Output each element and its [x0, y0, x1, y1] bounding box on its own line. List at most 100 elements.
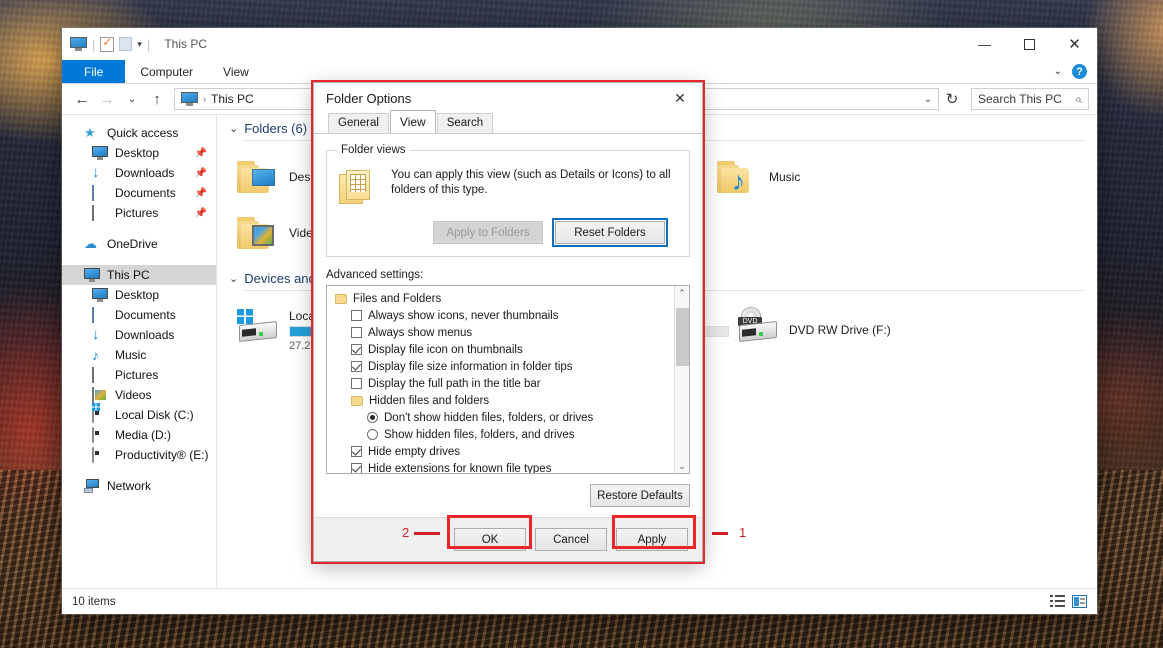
sidebar-item-videos[interactable]: Videos — [62, 385, 216, 405]
radio-button[interactable] — [367, 412, 378, 423]
chevron-down-icon[interactable]: ⌄ — [229, 272, 238, 285]
customize-caret-icon[interactable]: ▾ — [137, 39, 142, 50]
new-folder-icon[interactable] — [119, 37, 132, 51]
help-icon[interactable]: ? — [1072, 64, 1087, 79]
close-icon[interactable]: ✕ — [662, 84, 698, 112]
music-note-icon: ♪ — [92, 348, 108, 362]
cancel-button[interactable]: Cancel — [535, 528, 607, 551]
sidebar-item-documents-qa[interactable]: Documents 📌 — [62, 183, 216, 203]
advanced-settings-list[interactable]: Files and Folders Always show icons, nev… — [326, 285, 690, 474]
chevron-down-icon[interactable]: ⌄ — [1054, 66, 1062, 77]
setting-dont-show-hidden-files[interactable]: Don't show hidden files, folders, or dri… — [331, 409, 674, 426]
advanced-settings-scrollbar[interactable]: ⌃ ⌄ — [674, 286, 689, 473]
search-input[interactable]: Search This PC ⌕ — [971, 88, 1089, 110]
setting-show-hidden-files[interactable]: Show hidden files, folders, and drives — [331, 426, 674, 443]
ribbon-tab-bar: File Computer View ⌄ ? — [62, 60, 1097, 84]
maximize-button[interactable] — [1007, 28, 1052, 60]
restore-defaults-button[interactable]: Restore Defaults — [590, 484, 690, 507]
sidebar-gap-2 — [62, 254, 216, 265]
sidebar-item-pictures[interactable]: Pictures — [62, 365, 216, 385]
tab-search[interactable]: Search — [437, 113, 493, 133]
video-icon — [252, 225, 275, 247]
recent-locations-button[interactable]: ⌄ — [120, 87, 144, 111]
checkbox[interactable] — [351, 446, 362, 457]
sidebar-item-downloads-qa[interactable]: ↓ Downloads 📌 — [62, 163, 216, 183]
ribbon-tab-view[interactable]: View — [208, 60, 264, 83]
sidebar-item-desktop[interactable]: Desktop — [62, 285, 216, 305]
scrollbar-track[interactable] — [675, 300, 690, 459]
sidebar-item-pictures-qa[interactable]: Pictures 📌 — [62, 203, 216, 223]
setting-display-full-path-in-title-bar[interactable]: Display the full path in the title bar — [331, 375, 674, 392]
setting-display-file-size-in-folder-tips[interactable]: Display file size information in folder … — [331, 358, 674, 375]
setting-hide-empty-drives[interactable]: Hide empty drives — [331, 443, 674, 460]
forward-button[interactable]: → — [95, 87, 119, 111]
drive-item-dvd-rw[interactable]: DVD DVD RW Drive (F:) — [737, 299, 987, 361]
checkbox[interactable] — [351, 310, 362, 321]
ribbon-tab-file[interactable]: File — [62, 60, 125, 83]
annotation-dash-2 — [414, 532, 440, 535]
scroll-up-icon[interactable]: ⌃ — [678, 286, 686, 300]
window-controls: — ✕ — [962, 28, 1097, 60]
sidebar-item-network[interactable]: Network — [62, 476, 216, 496]
close-button[interactable]: ✕ — [1052, 28, 1097, 60]
setting-hide-extensions[interactable]: Hide extensions for known file types — [331, 460, 674, 473]
scroll-down-icon[interactable]: ⌄ — [678, 459, 686, 473]
tab-general[interactable]: General — [328, 113, 389, 133]
checkbox[interactable] — [351, 344, 362, 355]
search-icon[interactable]: ⌕ — [1075, 92, 1082, 107]
sidebar-item-label: Desktop — [115, 146, 159, 160]
setting-always-show-icons[interactable]: Always show icons, never thumbnails — [331, 307, 674, 324]
apply-button[interactable]: Apply — [616, 528, 688, 551]
chevron-down-icon[interactable]: ⌄ — [229, 122, 238, 135]
advanced-settings-rows: Files and Folders Always show icons, nev… — [327, 286, 674, 473]
checkbox[interactable] — [351, 327, 362, 338]
row-label: Files and Folders — [353, 293, 441, 305]
scrollbar-thumb[interactable] — [676, 308, 689, 366]
sidebar-item-quick-access[interactable]: ★ Quick access — [62, 123, 216, 143]
sidebar-item-music[interactable]: ♪ Music — [62, 345, 216, 365]
folder-icon — [237, 159, 279, 195]
folder-views-description: You can apply this view (such as Details… — [391, 164, 679, 212]
back-button[interactable]: ← — [70, 87, 94, 111]
ok-button[interactable]: OK — [454, 528, 526, 551]
checkbox[interactable] — [351, 361, 362, 372]
ribbon-tab-computer[interactable]: Computer — [125, 60, 208, 83]
search-placeholder: Search This PC — [978, 92, 1062, 106]
music-note-icon: ♪ — [732, 169, 755, 191]
minimize-button[interactable]: — — [962, 28, 1007, 60]
checkbox[interactable] — [351, 378, 362, 389]
details-view-icon[interactable] — [1050, 595, 1065, 608]
large-icons-view-icon[interactable] — [1072, 595, 1087, 608]
checkbox[interactable] — [351, 463, 362, 473]
pin-icon[interactable]: 📌 — [195, 148, 207, 159]
monitor-icon — [84, 268, 100, 282]
tab-view[interactable]: View — [390, 110, 436, 133]
apply-to-folders-button[interactable]: Apply to Folders — [433, 221, 543, 244]
sidebar-item-local-disk-c[interactable]: Local Disk (C:) — [62, 405, 216, 425]
sidebar-item-label: Documents — [115, 308, 176, 322]
setting-always-show-menus[interactable]: Always show menus — [331, 324, 674, 341]
sidebar-item-productivity-e[interactable]: Productivity® (E:) — [62, 445, 216, 465]
reset-folders-button[interactable]: Reset Folders — [555, 221, 665, 244]
sidebar-item-documents[interactable]: Documents — [62, 305, 216, 325]
chevron-down-icon[interactable]: ⌄ — [924, 94, 932, 105]
sidebar-item-this-pc[interactable]: This PC — [62, 265, 216, 285]
pin-icon[interactable]: 📌 — [195, 208, 207, 219]
sidebar-item-onedrive[interactable]: ☁ OneDrive — [62, 234, 216, 254]
row-label: Show hidden files, folders, and drives — [384, 429, 575, 441]
row-label: Display file icon on thumbnails — [368, 344, 523, 356]
pin-icon[interactable]: 📌 — [195, 188, 207, 199]
sidebar-item-downloads[interactable]: ↓ Downloads — [62, 325, 216, 345]
radio-button[interactable] — [367, 429, 378, 440]
pin-icon[interactable]: 📌 — [195, 168, 207, 179]
refresh-button[interactable]: ↻ — [940, 87, 964, 111]
monitor-icon[interactable] — [70, 37, 87, 51]
up-button[interactable]: ↑ — [145, 87, 169, 111]
navigation-pane[interactable]: ★ Quick access Desktop 📌 ↓ Downloads 📌 D… — [62, 115, 217, 588]
sidebar-item-media-d[interactable]: Media (D:) — [62, 425, 216, 445]
sidebar-item-desktop-qa[interactable]: Desktop 📌 — [62, 143, 216, 163]
folder-item-music[interactable]: ♪ Music — [717, 149, 957, 205]
setting-display-file-icon-on-thumbnails[interactable]: Display file icon on thumbnails — [331, 341, 674, 358]
breadcrumb-this-pc[interactable]: This PC — [211, 92, 254, 106]
properties-icon[interactable] — [100, 37, 114, 52]
